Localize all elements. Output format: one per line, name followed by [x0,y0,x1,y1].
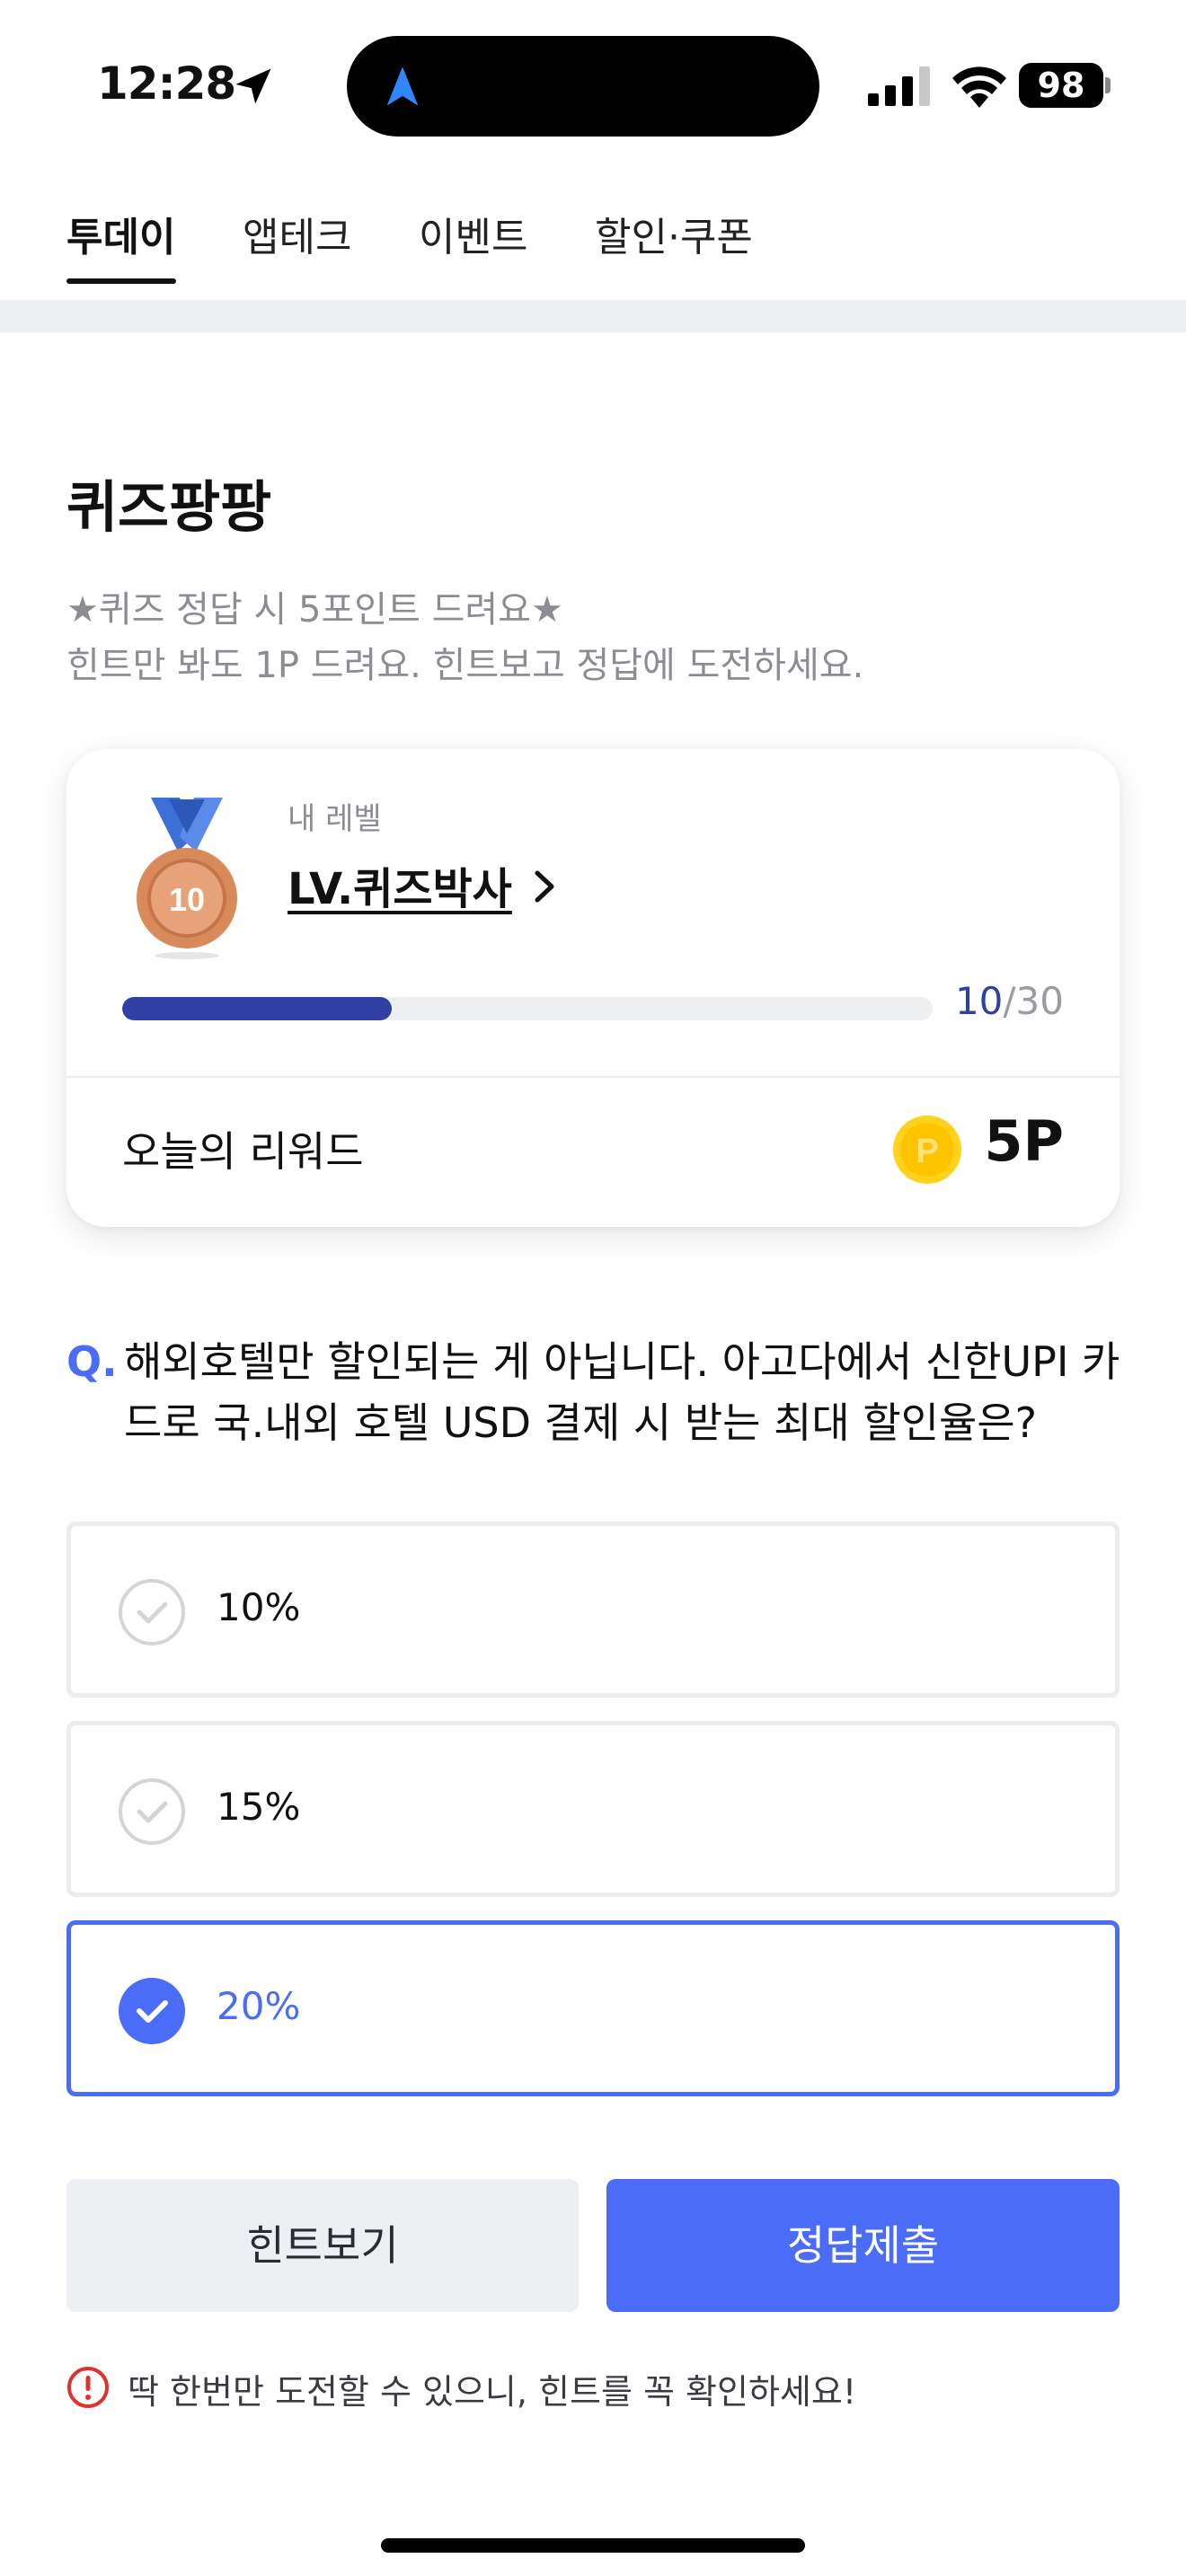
reward-label: 오늘의 리워드 [122,1127,364,1176]
navigation-icon [386,66,419,106]
page-title: 퀴즈팡팡 [66,474,272,540]
answer-option-3[interactable]: 20% [66,1920,1120,2096]
question-text: 해외호텔만 할인되는 게 아닙니다. 아고다에서 신한UPI 카드로 국.내외 … [124,1337,1120,1447]
quiz-description-line1: ★퀴즈 정답 시 5포인트 드려요★ [66,589,563,631]
wifi-icon [952,66,1006,108]
coin-letter: P [916,1133,938,1170]
card-divider [66,1076,1120,1078]
battery-icon: 98 [1019,63,1103,108]
answer-option-1[interactable]: 10% [66,1522,1120,1698]
dynamic-island [347,36,819,137]
section-divider [0,300,1186,332]
tab-event[interactable]: 이벤트 [419,205,527,262]
medal-number: 10 [169,881,205,918]
level-progress-count: 10/30 [955,979,1064,1023]
level-label: 내 레벨 [288,801,382,837]
tab-today[interactable]: 투데이 [66,205,175,262]
warning-text: 딱 한번만 도전할 수 있으니, 힌트를 꼭 확인하세요! [128,2372,857,2412]
progress-separator: / [1003,979,1016,1023]
tab-apptech[interactable]: 앱테크 [243,205,351,262]
level-name-link[interactable]: LV.퀴즈박사 [288,853,512,916]
status-bar: 12:28 98 [0,0,1186,171]
active-tab-indicator [66,278,176,284]
check-circle-icon [119,1778,185,1845]
answer-option-2[interactable]: 15% [66,1721,1120,1897]
reward-value: 5P [984,1108,1064,1174]
battery-nub [1105,77,1111,93]
home-indicator[interactable] [381,2538,805,2553]
level-progress-fill [122,997,393,1020]
answer-option-label: 15% [217,1785,301,1829]
progress-current: 10 [954,979,1004,1023]
quiz-question: Q. 해외호텔만 할인되는 게 아닙니다. 아고다에서 신한UPI 카드로 국.… [66,1331,1127,1453]
submit-answer-button[interactable]: 정답제출 [606,2179,1120,2312]
top-tabs: 투데이 앱테크 이벤트 할인·쿠폰 [0,171,1186,300]
answer-option-label: 10% [217,1585,301,1629]
show-hint-button[interactable]: 힌트보기 [66,2179,579,2312]
level-progress-bar [122,997,933,1020]
cellular-signal-icon [868,66,930,106]
tab-discount-coupon[interactable]: 할인·쿠폰 [595,205,753,262]
question-prefix: Q. [66,1337,118,1386]
check-circle-icon [119,1579,185,1645]
answer-option-label: 20% [217,1984,301,2028]
quiz-description-line2: 힌트만 봐도 1P 드려요. 힌트보고 정답에 도전하세요. [66,645,864,686]
exclamation-circle-icon [67,2367,109,2408]
progress-total: 30 [1015,979,1064,1023]
level-card: 10 내 레벨 LV.퀴즈박사 10/30 오늘의 리워드 P 5P [66,749,1120,1227]
location-arrow-icon [235,68,271,104]
chevron-right-icon[interactable] [527,866,562,907]
bronze-medal-icon: 10 [137,798,237,959]
point-coin-icon: P [893,1116,961,1184]
status-time: 12:28 [97,57,236,110]
check-circle-filled-icon [119,1978,185,2044]
quiz-description: ★퀴즈 정답 시 5포인트 드려요★ 힌트만 봐도 1P 드려요. 힌트보고 정… [66,582,863,693]
